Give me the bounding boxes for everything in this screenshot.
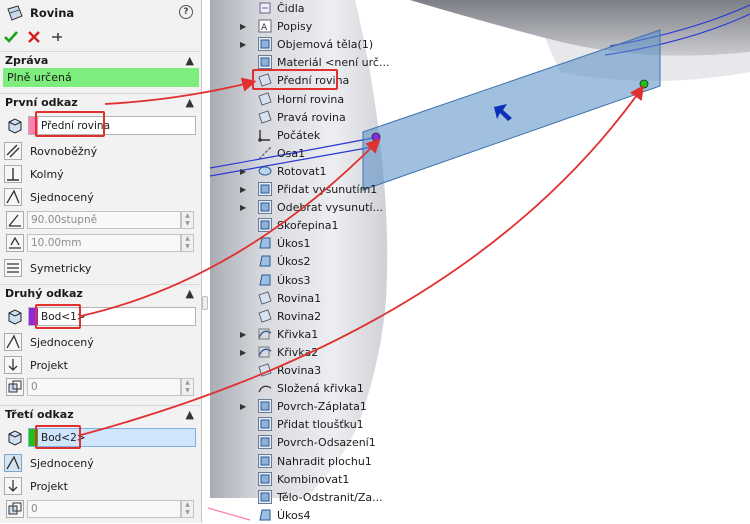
- angle-icon: [6, 211, 24, 229]
- pm-title: Rovina: [30, 6, 75, 20]
- second-reference-swatch: [29, 308, 38, 325]
- distance-spinner[interactable]: ▲ ▼: [181, 234, 194, 252]
- chevron-up-icon: ▲: [185, 54, 194, 67]
- second-count-spinner[interactable]: ▲ ▼: [181, 378, 194, 396]
- chevron-up-icon: ▲: [185, 96, 194, 109]
- help-icon[interactable]: ?: [179, 5, 193, 19]
- ok-check-icon[interactable]: [4, 30, 18, 44]
- pm-title-bar: Rovina ?: [0, 0, 201, 26]
- project-icon: [4, 477, 22, 495]
- reference-cube-icon: [8, 309, 22, 325]
- symmetric-icon: [4, 259, 22, 277]
- angle-input[interactable]: 90.00stupně: [27, 211, 181, 229]
- third-count-input[interactable]: 0: [27, 500, 181, 518]
- pushpin-icon[interactable]: [50, 30, 64, 44]
- third-reference-header[interactable]: Třetí odkaz ▲: [0, 405, 201, 423]
- first-reference-field[interactable]: Přední rovina: [28, 116, 196, 135]
- panel-splitter[interactable]: [202, 296, 208, 310]
- part-body-left: [210, 0, 388, 498]
- instance-count-icon: [6, 500, 24, 518]
- first-reference-header[interactable]: První odkaz ▲: [0, 93, 201, 111]
- pm-actions: [4, 29, 64, 45]
- distance-icon: [6, 234, 24, 252]
- reference-cube-icon: [8, 118, 22, 134]
- second-count-input[interactable]: 0: [27, 378, 181, 396]
- third-count-spinner[interactable]: ▲ ▼: [181, 500, 194, 518]
- distance-input[interactable]: 10.00mm: [27, 234, 181, 252]
- second-reference-field[interactable]: Bod<1>: [28, 307, 196, 326]
- message-section-header[interactable]: Zpráva ▲: [0, 51, 201, 69]
- point-1[interactable]: [371, 132, 381, 142]
- chevron-up-icon: ▲: [185, 287, 194, 300]
- option-coincident-2[interactable]: Sjednocený: [4, 331, 94, 353]
- first-reference-swatch: [29, 117, 38, 134]
- option-symmetric[interactable]: Symetricky: [4, 257, 91, 279]
- perpendicular-icon: [4, 165, 22, 183]
- option-project-2[interactable]: Projekt: [4, 354, 68, 376]
- option-coincident[interactable]: Sjednocený: [4, 186, 94, 208]
- property-manager: Rovina ? Zpráva ▲ Plně určená První odka…: [0, 0, 202, 523]
- coincident-icon: [4, 188, 22, 206]
- point-2[interactable]: [639, 79, 649, 89]
- option-parallel[interactable]: Rovnoběžný: [4, 140, 97, 162]
- option-perpendicular[interactable]: Kolmý: [4, 163, 64, 185]
- angle-spinner[interactable]: ▲ ▼: [181, 211, 194, 229]
- reference-cube-icon: [8, 430, 22, 446]
- third-reference-swatch: [29, 429, 38, 446]
- project-icon: [4, 356, 22, 374]
- instance-count-icon: [6, 378, 24, 396]
- third-reference-field[interactable]: Bod<2>: [28, 428, 196, 447]
- parallel-icon: [4, 142, 22, 160]
- message-text: Plně určená: [3, 68, 199, 87]
- chevron-up-icon: ▲: [185, 408, 194, 421]
- plane-preview[interactable]: [362, 29, 661, 191]
- option-coincident-3[interactable]: Sjednocený: [4, 452, 94, 474]
- second-reference-header[interactable]: Druhý odkaz ▲: [0, 284, 201, 302]
- coincident-icon: [4, 454, 22, 472]
- plane-icon: [7, 5, 23, 21]
- option-project-3[interactable]: Projekt: [4, 475, 68, 497]
- coincident-icon: [4, 333, 22, 351]
- cancel-x-icon[interactable]: [28, 31, 40, 43]
